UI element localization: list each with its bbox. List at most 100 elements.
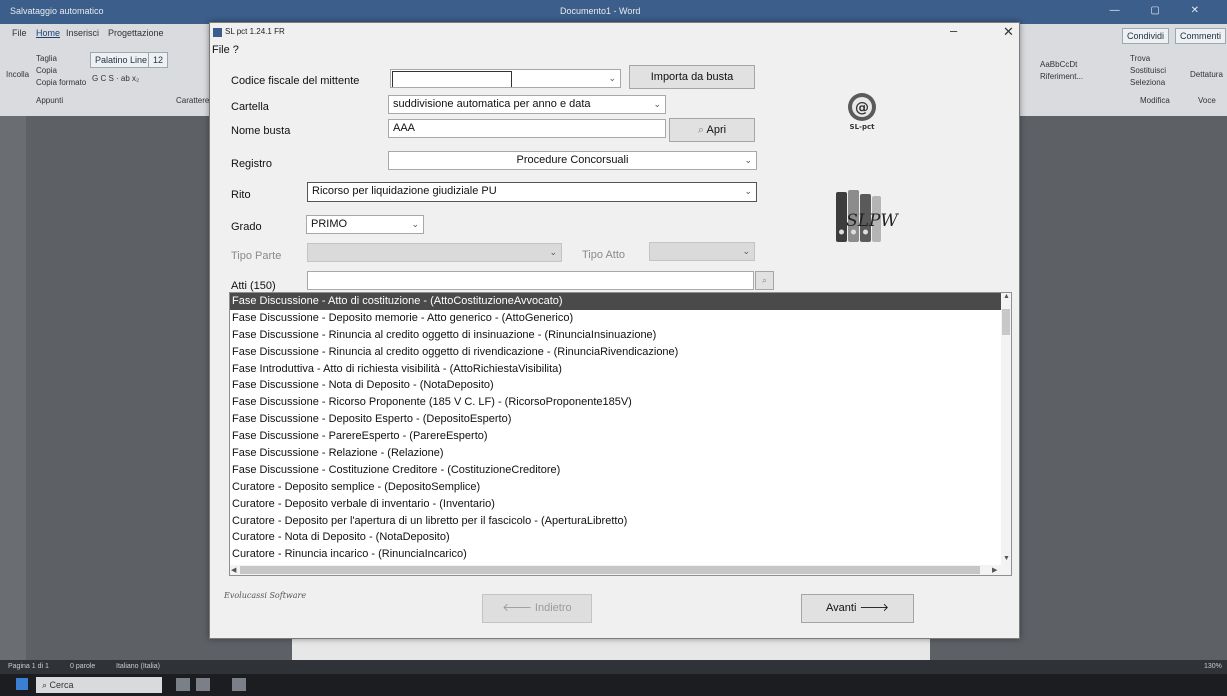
chevron-down-icon: ⌄: [742, 246, 750, 256]
svg-text:@: @: [855, 100, 869, 116]
slpct-logo-text: SL-pct: [850, 123, 876, 131]
scroll-right-icon[interactable]: ▶: [992, 566, 997, 574]
cartella-select[interactable]: suddivisione automatica per anno e data …: [388, 95, 666, 114]
scrollbar-thumb[interactable]: [240, 566, 980, 574]
tipo-atto-label: Tipo Atto: [582, 249, 626, 261]
atti-list-item[interactable]: Fase Discussione - Relazione - (Relazion…: [230, 445, 1011, 462]
atti-list-item[interactable]: Fase Discussione - Ricorso Proponente (1…: [230, 394, 1011, 411]
taskbar-search[interactable]: ⌕ Cerca: [36, 677, 162, 693]
atti-list-item[interactable]: Curatore - Deposito semplice - (Deposito…: [230, 479, 1011, 496]
close-button[interactable]: ✕: [1003, 24, 1014, 40]
taskbar: ⌕ Cerca: [0, 674, 1227, 696]
tab-design[interactable]: Progettazione: [108, 28, 164, 38]
tab-home[interactable]: Home: [36, 28, 60, 38]
scroll-left-icon[interactable]: ◀: [231, 566, 236, 574]
autosave-label[interactable]: Salvataggio automatico: [10, 6, 104, 16]
clipboard-group-label: Appunti: [36, 96, 64, 105]
copy-button[interactable]: Copia: [36, 66, 57, 75]
font-format-buttons[interactable]: G C S · ab x₂: [92, 74, 139, 83]
ruler-vertical: [0, 116, 26, 660]
font-size-select[interactable]: 12: [148, 52, 169, 68]
atti-list-item[interactable]: Curatore - Deposito verbale di inventari…: [230, 496, 1011, 513]
atti-list[interactable]: Fase Discussione - Atto di costituzione …: [229, 292, 1012, 576]
menu-bar[interactable]: File ?: [212, 44, 239, 56]
scrollbar-thumb[interactable]: [1002, 309, 1010, 335]
window-controls[interactable]: — ▢ ✕: [1110, 5, 1213, 16]
style-sample[interactable]: AaBbCcDt: [1040, 60, 1077, 69]
cartella-value: suddivisione automatica per anno e data: [393, 98, 591, 110]
atti-list-item[interactable]: Fase Discussione - Nota di Deposito - (N…: [230, 377, 1011, 394]
atti-list-item[interactable]: Curatore - Rinuncia incarico - (Rinuncia…: [230, 546, 1011, 563]
taskbar-search-text: Cerca: [49, 680, 74, 690]
vertical-scrollbar[interactable]: ▲ ▼: [1001, 293, 1011, 575]
tab-file[interactable]: File: [12, 28, 27, 38]
back-button-label: Indietro: [534, 602, 572, 614]
windows-start-icon[interactable]: [16, 678, 28, 690]
atti-list-items: Fase Discussione - Atto di costituzione …: [230, 293, 1011, 575]
nome-busta-input[interactable]: AAA: [388, 119, 666, 138]
atti-list-item[interactable]: Curatore - Deposito per l'apertura di un…: [230, 513, 1011, 530]
rito-select[interactable]: Ricorso per liquidazione giudiziale PU ⌄: [307, 182, 757, 202]
minimize-button[interactable]: –: [950, 23, 957, 38]
next-button[interactable]: Avanti 🡒: [801, 594, 914, 623]
tipo-atto-select[interactable]: ⌄: [649, 242, 755, 261]
grado-value: PRIMO: [311, 218, 348, 230]
back-button[interactable]: 🡐 Indietro: [482, 594, 592, 623]
chevron-down-icon: ⌄: [744, 155, 752, 165]
cut-button[interactable]: Taglia: [36, 54, 57, 63]
slpct-logo: @ SL-pct: [842, 91, 882, 131]
tipo-parte-select[interactable]: ⌄: [307, 243, 562, 262]
atti-list-item[interactable]: Fase Discussione - Costituzione Creditor…: [230, 462, 1011, 479]
format-painter-button[interactable]: Copia formato: [36, 78, 86, 87]
tipo-parte-label: Tipo Parte: [231, 250, 282, 262]
registro-select[interactable]: Procedure Concorsuali ⌄: [388, 151, 757, 170]
document-page[interactable]: [292, 636, 930, 660]
slpw-logo: SLPW: [832, 188, 902, 250]
select-button[interactable]: Seleziona: [1130, 78, 1165, 87]
scroll-up-icon[interactable]: ▲: [1003, 293, 1010, 300]
chevron-down-icon: ⌄: [653, 99, 661, 109]
atti-list-item[interactable]: Fase Discussione - Rinuncia al credito o…: [230, 327, 1011, 344]
find-button[interactable]: Trova: [1130, 54, 1150, 63]
paste-button[interactable]: Incolla: [6, 70, 29, 79]
atti-list-item[interactable]: Fase Discussione - ParereEsperto - (Pare…: [230, 428, 1011, 445]
word-document-title: Documento1 - Word: [560, 6, 641, 16]
atti-list-item[interactable]: Fase Discussione - Atto di costituzione …: [230, 293, 1011, 310]
word-taskbar-icon[interactable]: [232, 678, 246, 691]
codice-fiscale-combo[interactable]: ⌄: [390, 69, 621, 88]
share-button[interactable]: Condividi: [1122, 28, 1170, 44]
atti-list-item[interactable]: Fase Discussione - Deposito Esperto - (D…: [230, 411, 1011, 428]
horizontal-scrollbar[interactable]: ◀ ▶: [230, 565, 1001, 575]
file-explorer-icon[interactable]: [196, 678, 210, 691]
open-button-label: Apri: [706, 124, 727, 136]
app-icon: [213, 28, 222, 37]
chevron-down-icon: ⌄: [744, 186, 752, 196]
grado-select[interactable]: PRIMO ⌄: [306, 215, 424, 234]
atti-list-item[interactable]: Fase Discussione - Deposito memorie - At…: [230, 310, 1011, 327]
atti-search-input[interactable]: [307, 271, 754, 290]
slpw-logo-text: SLPW: [846, 211, 899, 231]
scroll-down-icon[interactable]: ▼: [1003, 555, 1010, 562]
font-name-select[interactable]: Palatino Line: [90, 52, 153, 68]
voice-group-label: Voce: [1198, 96, 1216, 105]
atti-list-item[interactable]: Fase Discussione - Rinuncia al credito o…: [230, 344, 1011, 361]
atti-list-item[interactable]: Curatore - Nota di Deposito - (NotaDepos…: [230, 529, 1011, 546]
dictate-button[interactable]: Dettatura: [1190, 70, 1223, 79]
replace-button[interactable]: Sostituisci: [1130, 66, 1166, 75]
rito-value: Ricorso per liquidazione giudiziale PU: [312, 185, 497, 197]
codice-fiscale-input[interactable]: [392, 71, 512, 87]
atti-list-item[interactable]: Fase Introduttiva - Atto di richiesta vi…: [230, 361, 1011, 378]
task-view-icon[interactable]: [176, 678, 190, 691]
search-icon[interactable]: ⌕: [755, 271, 774, 290]
tab-insert[interactable]: Inserisci: [66, 28, 99, 38]
atti-label: Atti (150): [231, 280, 276, 292]
status-language[interactable]: Italiano (Italia): [116, 663, 160, 670]
chevron-down-icon: ⌄: [608, 73, 616, 83]
zoom-level[interactable]: 130%: [1204, 663, 1222, 670]
open-button[interactable]: ⌕ Apri: [669, 118, 755, 142]
style-name[interactable]: Riferiment...: [1040, 72, 1083, 81]
import-from-envelope-button[interactable]: Importa da busta: [629, 65, 755, 89]
comments-button[interactable]: Commenti: [1175, 28, 1227, 44]
nome-busta-label: Nome busta: [231, 125, 291, 137]
chevron-down-icon: ⌄: [411, 219, 419, 229]
